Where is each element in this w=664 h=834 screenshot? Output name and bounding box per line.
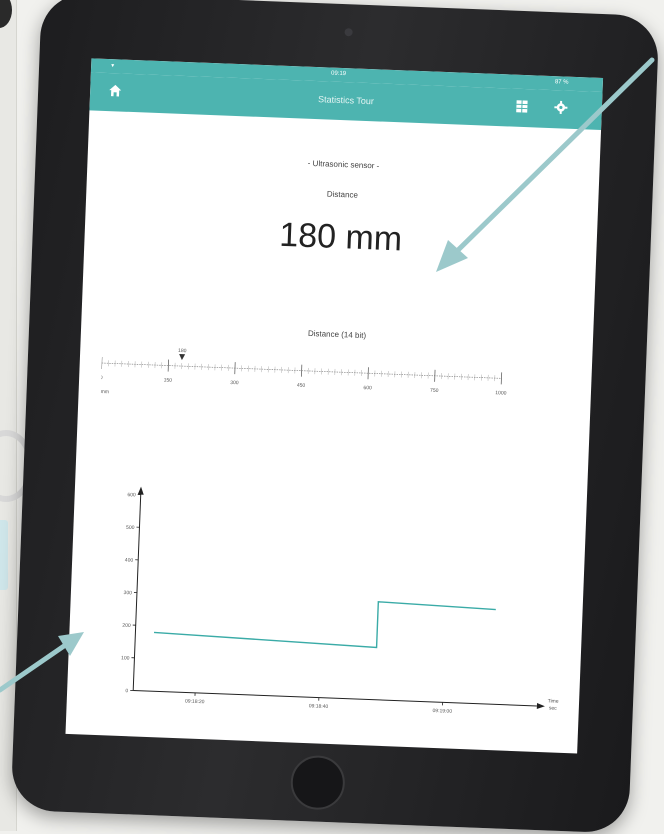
callout-arrow-chart [0,632,84,690]
callout-arrow-reading [436,60,652,272]
annotation-arrows [0,0,664,831]
